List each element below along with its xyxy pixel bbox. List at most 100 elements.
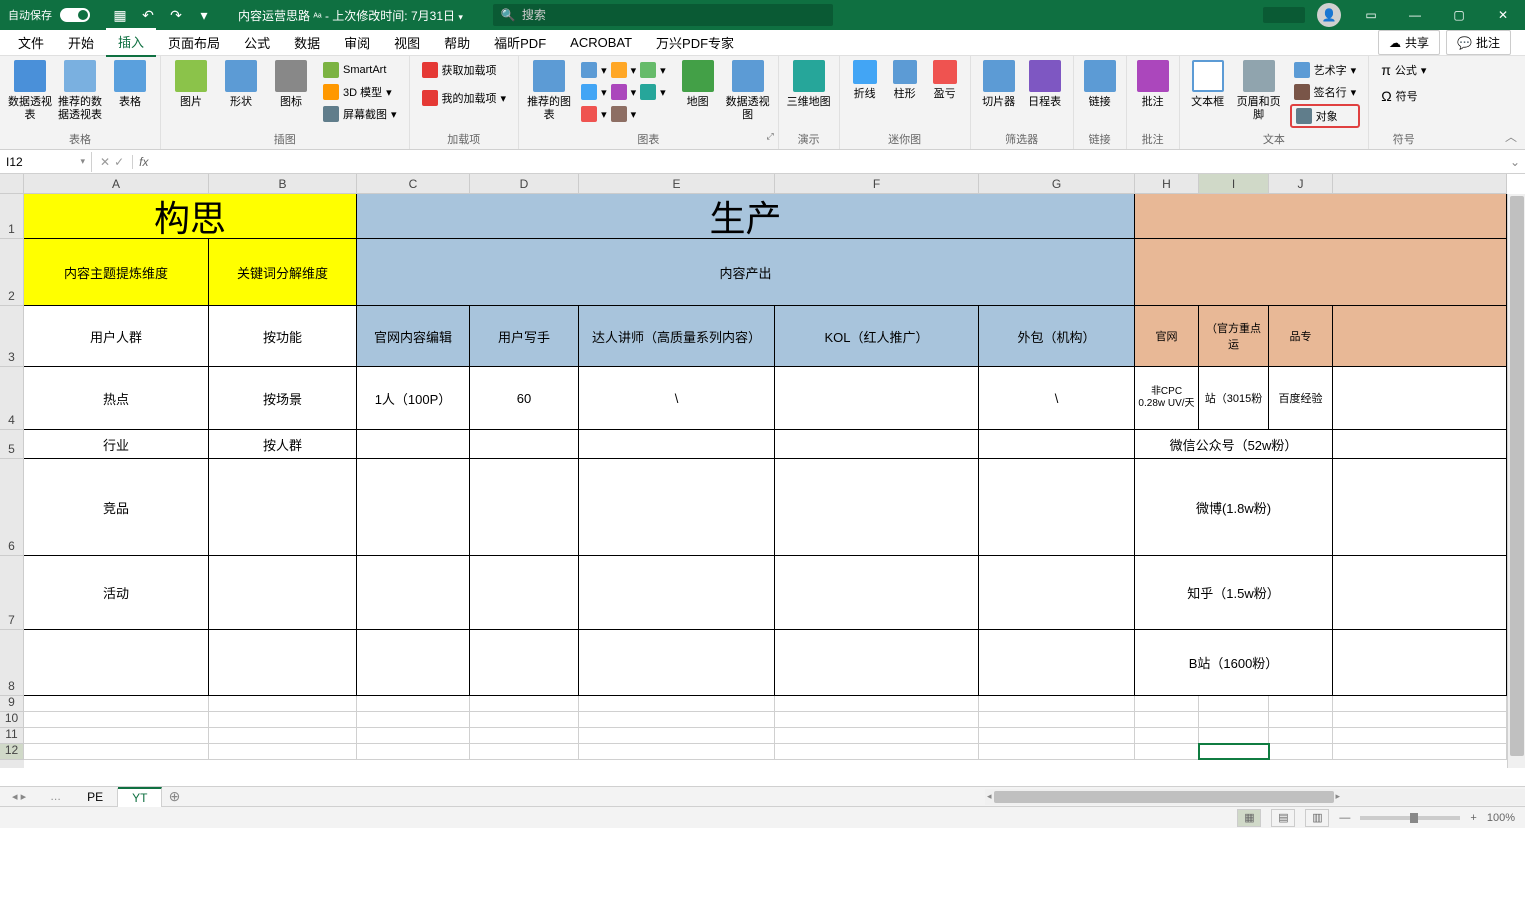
cell-a3[interactable]: 用户人群 [24,306,209,366]
vscroll-thumb[interactable] [1510,196,1524,756]
cell-f8[interactable] [775,630,979,695]
cell-d12[interactable] [470,744,579,759]
enter-formula-icon[interactable]: ✓ [114,155,124,169]
cell-g5[interactable] [979,430,1135,458]
cell-a4[interactable]: 热点 [24,367,209,429]
cell-b12[interactable] [209,744,357,759]
link-button[interactable]: 链接 [1082,60,1118,109]
cell-c8[interactable] [357,630,470,695]
chart-pie-button[interactable]: ▾ ▾ [577,104,670,124]
tab-insert[interactable]: 插入 [106,28,156,57]
zoom-out-icon[interactable]: — [1339,812,1350,824]
ribbon-display-icon[interactable]: ▭ [1349,0,1393,30]
cell-h11[interactable] [1135,728,1199,743]
cell-b8[interactable] [209,630,357,695]
tab-page-layout[interactable]: 页面布局 [156,29,232,56]
cell-b9[interactable] [209,696,357,711]
get-addins-button[interactable]: 获取加载项 [418,60,511,80]
cell-a12[interactable] [24,744,209,759]
zoom-slider[interactable] [1360,816,1460,820]
cell-e3[interactable]: 达人讲师（高质量系列内容） [579,306,775,366]
cell-d10[interactable] [470,712,579,727]
cell-c2[interactable]: 内容产出 [357,239,1135,305]
table-button[interactable]: 表格 [108,60,152,109]
cell-h4[interactable]: 非CPC 0.28w UV/天 [1135,367,1199,429]
cell-g11[interactable] [979,728,1135,743]
cell-h7[interactable]: 知乎（1.5w粉） [1135,556,1333,629]
search-box[interactable]: 🔍 [493,4,833,26]
cell-i4[interactable]: 站（3015粉 [1199,367,1269,429]
tab-data[interactable]: 数据 [282,29,332,56]
sheet-nav-more-icon[interactable]: … [38,791,73,803]
sheet-tab-yt[interactable]: YT [118,787,162,807]
cell-k3[interactable] [1333,306,1507,366]
cell-g9[interactable] [979,696,1135,711]
cell-h5[interactable]: 微信公众号（52w粉） [1135,430,1333,458]
cell-k5[interactable] [1333,430,1507,458]
cell-j4[interactable]: 百度经验 [1269,367,1333,429]
cell-f3[interactable]: KOL（红人推广） [775,306,979,366]
row-header-6[interactable]: 6 [0,459,24,556]
screenshot-button[interactable]: 屏幕截图 ▾ [319,104,401,124]
col-header-d[interactable]: D [470,174,579,194]
cell-j11[interactable] [1269,728,1333,743]
tab-view[interactable]: 视图 [382,29,432,56]
row-header-7[interactable]: 7 [0,556,24,630]
recommended-pivot-button[interactable]: 推荐的数据透视表 [58,60,102,122]
redo-icon[interactable]: ↷ [162,1,190,29]
row-header-12[interactable]: 12 [0,744,24,760]
cell-c9[interactable] [357,696,470,711]
cell-e5[interactable] [579,430,775,458]
tab-wanxing[interactable]: 万兴PDF专家 [644,29,746,56]
cell-a9[interactable] [24,696,209,711]
object-button[interactable]: 对象 [1290,104,1361,128]
smartart-button[interactable]: SmartArt [319,60,401,80]
formula-input[interactable] [154,155,1505,169]
cell-f7[interactable] [775,556,979,629]
cell-d4[interactable]: 60 [470,367,579,429]
cell-b5[interactable]: 按人群 [209,430,357,458]
vertical-scrollbar[interactable] [1507,194,1525,768]
qat-customize-icon[interactable]: ▾ [190,1,218,29]
cell-h12[interactable] [1135,744,1199,759]
cell-i3[interactable]: （官方重点运 [1199,306,1269,366]
col-header-k[interactable] [1333,174,1507,194]
cell-h10[interactable] [1135,712,1199,727]
row-header-5[interactable]: 5 [0,430,24,459]
cell-a5[interactable]: 行业 [24,430,209,458]
cell-a10[interactable] [24,712,209,727]
sheet-tab-pe[interactable]: PE [73,788,118,806]
qat-save-icon[interactable]: ▦ [106,1,134,29]
user-avatar-icon[interactable]: 👤 [1317,3,1341,27]
ribbon-label-charts[interactable]: 图表 [519,131,778,147]
user-name[interactable] [1263,7,1305,23]
tab-home[interactable]: 开始 [56,29,106,56]
cell-a2[interactable]: 内容主题提炼维度 [24,239,209,305]
cell-h2[interactable] [1135,239,1507,305]
cell-i12-selected[interactable] [1199,744,1269,759]
maps-button[interactable]: 地图 [676,60,720,109]
icons-button[interactable]: 图标 [269,60,313,109]
signature-button[interactable]: 签名行 ▾ [1290,82,1361,102]
cancel-formula-icon[interactable]: ✕ [100,155,110,169]
cell-f4[interactable] [775,367,979,429]
chart-line-button[interactable]: ▾ ▾ ▾ [577,82,670,102]
cell-d8[interactable] [470,630,579,695]
header-footer-button[interactable]: 页眉和页脚 [1234,60,1284,122]
cell-f6[interactable] [775,459,979,555]
cell-g8[interactable] [979,630,1135,695]
map3d-button[interactable]: 三维地图 [787,60,831,109]
cell-c3[interactable]: 官网内容编辑 [357,306,470,366]
cell-a1[interactable]: 构思 [24,194,357,238]
sparkline-winloss-button[interactable]: 盈亏 [928,60,962,101]
col-header-a[interactable]: A [24,174,209,194]
view-pagelayout-icon[interactable]: ▤ [1271,809,1295,827]
cell-e4[interactable]: \ [579,367,775,429]
minimize-icon[interactable]: — [1393,0,1437,30]
symbol-button[interactable]: Ω 符号 [1377,86,1430,106]
tab-help[interactable]: 帮助 [432,29,482,56]
name-box[interactable]: I12 [0,152,92,172]
recommended-charts-button[interactable]: 推荐的图表 [527,60,571,122]
cell-d5[interactable] [470,430,579,458]
cell-c11[interactable] [357,728,470,743]
